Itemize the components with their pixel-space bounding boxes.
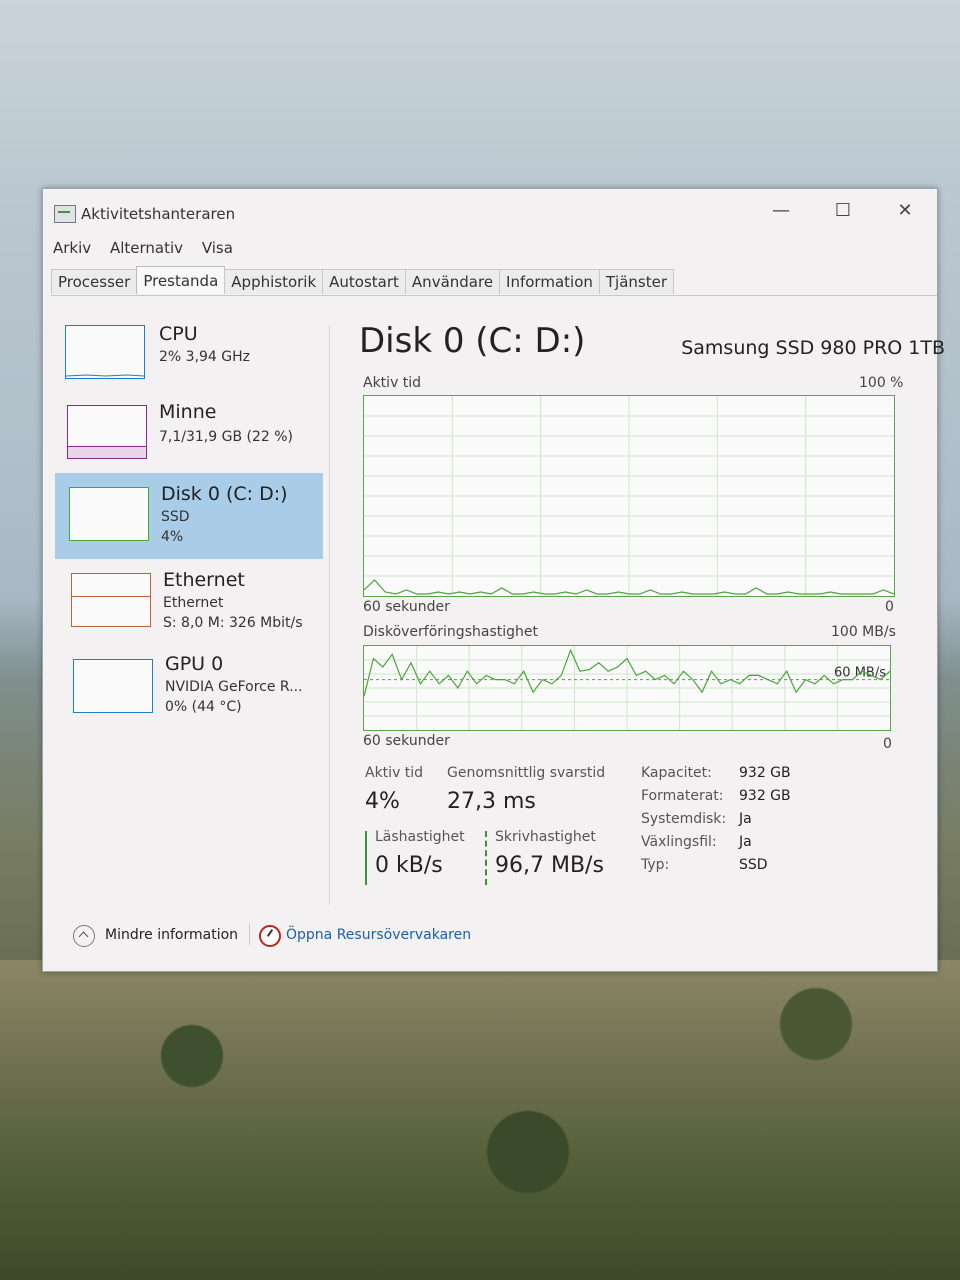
resource-usage: 4%	[161, 529, 184, 545]
minimize-button[interactable]: —	[761, 197, 801, 225]
active-time-value: 4%	[365, 789, 400, 814]
response-time-value: 27,3 ms	[447, 789, 536, 814]
graph1-min: 0	[885, 599, 894, 615]
resource-item-cpu[interactable]: CPU 2% 3,94 GHz	[55, 313, 323, 397]
active-time-graph	[363, 395, 895, 597]
tab-prestanda[interactable]: Prestanda	[136, 266, 226, 294]
resource-list: CPU 2% 3,94 GHz Minne 7,1/31,9 GB (22 %)…	[51, 301, 329, 901]
resource-detail: Ethernet	[163, 595, 224, 611]
detail-pane: Disk 0 (C: D:) Samsung SSD 980 PRO 1TB A…	[343, 309, 945, 909]
prop-key-formatted: Formaterat:	[641, 788, 724, 804]
resource-name: Minne	[159, 401, 217, 423]
gpu-thumbnail	[73, 659, 153, 713]
write-speed-value: 96,7 MB/s	[495, 853, 604, 878]
menu-arkiv[interactable]: Arkiv	[53, 239, 91, 257]
prop-key-systemdisk: Systemdisk:	[641, 811, 727, 827]
resource-name: GPU 0	[165, 653, 224, 675]
tab-processer[interactable]: Processer	[51, 269, 138, 294]
tab-anvandare[interactable]: Användare	[404, 269, 501, 294]
disk-title: Disk 0 (C: D:)	[359, 321, 586, 361]
tab-apphistorik[interactable]: Apphistorik	[224, 269, 324, 294]
task-manager-window: Aktivitetshanteraren — ☐ ✕ Arkiv Alterna…	[42, 188, 945, 972]
maximize-button[interactable]: ☐	[823, 197, 863, 225]
task-manager-icon	[54, 205, 76, 223]
desktop-foreground	[0, 960, 960, 1280]
chevron-up-icon[interactable]	[73, 925, 95, 947]
disk-model: Samsung SSD 980 PRO 1TB	[681, 337, 945, 359]
resource-detail: 2% 3,94 GHz	[159, 349, 251, 365]
active-time-label: Aktiv tid	[365, 765, 424, 781]
write-speed-indicator	[485, 831, 487, 885]
resource-name: CPU	[159, 323, 198, 345]
menu-bar: Arkiv Alternativ Visa	[53, 239, 247, 257]
graph2-time: 60 sekunder	[363, 733, 450, 749]
tab-tjanster[interactable]: Tjänster	[598, 269, 675, 294]
pane-divider	[329, 325, 330, 905]
response-time-label: Genomsnittlig svarstid	[447, 765, 606, 781]
tab-bar: Processer Prestanda Apphistorik Autostar…	[51, 266, 675, 295]
tab-divider	[51, 295, 937, 296]
memory-thumbnail	[67, 405, 147, 459]
tab-autostart[interactable]: Autostart	[322, 269, 406, 294]
resource-item-memory[interactable]: Minne 7,1/31,9 GB (22 %)	[55, 393, 323, 477]
prop-value-systemdisk: Ja	[739, 811, 752, 827]
menu-visa[interactable]: Visa	[202, 239, 233, 257]
resource-monitor-icon	[259, 925, 281, 947]
resource-item-disk0[interactable]: Disk 0 (C: D:) SSD 4%	[55, 473, 323, 559]
prop-key-pagefile: Växlingsfil:	[641, 834, 717, 850]
cpu-thumbnail	[65, 325, 145, 379]
prop-value-type: SSD	[739, 857, 768, 873]
graph2-min: 0	[883, 736, 892, 752]
graph2-max: 100 MB/s	[831, 624, 896, 640]
prop-key-capacity: Kapacitet:	[641, 765, 712, 781]
resource-detail: 7,1/31,9 GB (22 %)	[159, 429, 293, 445]
resource-name: Disk 0 (C: D:)	[161, 483, 288, 505]
graph2-label: Disköverföringshastighet	[363, 624, 538, 640]
resource-detail: NVIDIA GeForce R...	[165, 679, 303, 695]
close-button[interactable]: ✕	[885, 197, 925, 225]
prop-value-pagefile: Ja	[739, 834, 752, 850]
disk-thumbnail	[69, 487, 149, 541]
prop-value-formatted: 932 GB	[739, 788, 791, 804]
ethernet-line	[72, 596, 150, 597]
open-resource-monitor-link[interactable]: Öppna Resursövervakaren	[286, 927, 471, 943]
read-speed-indicator	[365, 831, 367, 885]
read-speed-label: Läshastighet	[375, 829, 465, 845]
resource-usage: 0% (44 °C)	[165, 699, 242, 715]
tab-information[interactable]: Information	[499, 269, 600, 294]
transfer-rate-graph: 60 MB/s	[363, 645, 891, 731]
resource-usage: S: 8,0 M: 326 Mbit/s	[163, 615, 303, 631]
footer-divider	[249, 923, 250, 945]
write-speed-label: Skrivhastighet	[495, 829, 596, 845]
resource-name: Ethernet	[163, 569, 245, 591]
graph1-max: 100 %	[859, 375, 904, 391]
prop-value-capacity: 932 GB	[739, 765, 791, 781]
window-title: Aktivitetshanteraren	[81, 205, 236, 223]
ethernet-thumbnail	[71, 573, 151, 627]
read-speed-value: 0 kB/s	[375, 853, 443, 878]
prop-key-type: Typ:	[641, 857, 670, 873]
less-info-button[interactable]: Mindre information	[105, 927, 238, 943]
resource-detail: SSD	[161, 509, 190, 525]
menu-alternativ[interactable]: Alternativ	[110, 239, 183, 257]
title-bar[interactable]: Aktivitetshanteraren — ☐ ✕	[43, 189, 937, 233]
graph1-label: Aktiv tid	[363, 375, 422, 391]
graph1-time: 60 sekunder	[363, 599, 450, 615]
resource-item-gpu0[interactable]: GPU 0 NVIDIA GeForce R... 0% (44 °C)	[55, 647, 323, 731]
memory-fill	[68, 446, 146, 458]
resource-item-ethernet[interactable]: Ethernet Ethernet S: 8,0 M: 326 Mbit/s	[55, 563, 323, 647]
